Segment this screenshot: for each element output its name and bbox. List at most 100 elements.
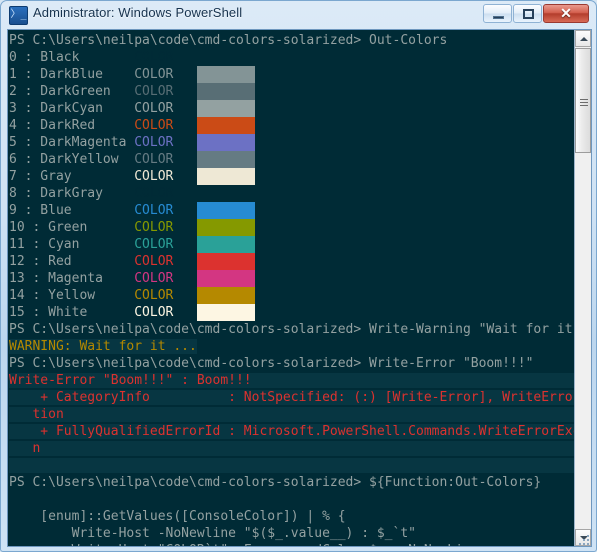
tab-spacer xyxy=(173,305,196,320)
close-icon: ✕ xyxy=(560,5,572,21)
color-name: 12 : Red xyxy=(9,254,135,269)
color-row: 3 : DarkCyan COLOR xyxy=(9,100,574,117)
tab-spacer xyxy=(173,220,196,235)
color-swatch xyxy=(196,304,255,321)
console-output[interactable]: PS C:\Users\neilpa\code\cmd-colors-solar… xyxy=(8,30,574,546)
scroll-up-arrow[interactable] xyxy=(575,30,591,47)
tab-spacer xyxy=(173,203,196,218)
grip-line xyxy=(580,102,588,103)
color-label: COLOR xyxy=(134,305,174,320)
console-line xyxy=(9,457,574,474)
color-name: 8 : DarkGray xyxy=(9,186,135,201)
console-line: WARNING: Wait for it ... xyxy=(9,338,574,355)
color-label: COLOR xyxy=(134,203,174,218)
console-client-area: PS C:\Users\neilpa\code\cmd-colors-solar… xyxy=(7,29,592,547)
script-text: Write-Host "COLOR`t" -ForegroundColor $_… xyxy=(9,543,479,546)
maximize-button[interactable] xyxy=(513,4,542,23)
tab-spacer xyxy=(173,271,196,286)
tab-spacer xyxy=(173,254,196,269)
error-text: n xyxy=(9,441,574,456)
color-row: 7 : Gray COLOR xyxy=(9,168,574,185)
color-row: 6 : DarkYellow COLOR xyxy=(9,151,574,168)
console-line: PS C:\Users\neilpa\code\cmd-colors-solar… xyxy=(9,321,574,338)
console-line: Write-Host "COLOR`t" -ForegroundColor $_… xyxy=(9,542,574,546)
powershell-window: 〉_ Administrator: Windows PowerShell ✕ P… xyxy=(0,0,597,552)
powershell-icon: 〉_ xyxy=(9,6,28,25)
tab-spacer xyxy=(173,50,196,65)
color-swatch xyxy=(196,151,255,168)
color-name: 0 : Black xyxy=(9,50,135,65)
color-swatch xyxy=(196,66,255,83)
prompt-command: Write-Error "Boom!!!" xyxy=(361,356,534,371)
tab-spacer xyxy=(173,84,196,99)
color-swatch xyxy=(196,202,255,219)
tab-spacer xyxy=(173,67,196,82)
console-line: PS C:\Users\neilpa\code\cmd-colors-solar… xyxy=(9,32,574,49)
warning-text: WARNING: Wait for it ... xyxy=(9,339,197,354)
color-row: 2 : DarkGreen COLOR xyxy=(9,83,574,100)
color-swatch xyxy=(196,236,255,253)
color-row: 15 : White COLOR xyxy=(9,304,574,321)
color-label: COLOR xyxy=(134,254,174,269)
script-text: [enum]::GetValues([ConsoleColor]) | % { xyxy=(9,509,346,524)
color-row: 9 : Blue COLOR xyxy=(9,202,574,219)
console-line: [enum]::GetValues([ConsoleColor]) | % { xyxy=(9,508,574,525)
color-row: 13 : Magenta COLOR xyxy=(9,270,574,287)
console-text-layer: PS C:\Users\neilpa\code\cmd-colors-solar… xyxy=(9,32,574,546)
tab-spacer xyxy=(173,288,196,303)
color-swatch xyxy=(196,287,255,304)
color-name: 2 : DarkGreen xyxy=(9,84,135,99)
color-name: 1 : DarkBlue xyxy=(9,67,135,82)
color-name: 3 : DarkCyan xyxy=(9,101,135,116)
error-text: + FullyQualifiedErrorId : Microsoft.Powe… xyxy=(9,424,574,439)
tab-spacer xyxy=(173,237,196,252)
prompt-prefix: PS C:\Users\neilpa\code\cmd-colors-solar… xyxy=(9,322,362,337)
scroll-thumb[interactable] xyxy=(575,48,591,153)
color-name: 9 : Blue xyxy=(9,203,135,218)
prompt-prefix: PS C:\Users\neilpa\code\cmd-colors-solar… xyxy=(9,475,362,490)
prompt-prefix: PS C:\Users\neilpa\code\cmd-colors-solar… xyxy=(9,33,362,48)
color-name: 10 : Green xyxy=(9,220,135,235)
console-line: + FullyQualifiedErrorId : Microsoft.Powe… xyxy=(9,423,574,440)
error-text: tion xyxy=(9,407,574,422)
color-label: COLOR xyxy=(134,84,174,99)
color-row: 14 : Yellow COLOR xyxy=(9,287,574,304)
console-line: PS C:\Users\neilpa\code\cmd-colors-solar… xyxy=(9,355,574,372)
tab-spacer xyxy=(173,169,196,184)
color-label: COLOR xyxy=(134,220,174,235)
minimize-button[interactable] xyxy=(483,4,512,23)
color-row: 12 : Red COLOR xyxy=(9,253,574,270)
console-line: tion xyxy=(9,406,574,423)
tab-spacer xyxy=(173,135,196,150)
color-label: COLOR xyxy=(134,186,174,201)
color-row: 5 : DarkMagenta COLOR xyxy=(9,134,574,151)
tab-spacer xyxy=(173,186,196,201)
error-block-filler xyxy=(9,458,574,473)
color-swatch xyxy=(196,134,255,151)
color-label: COLOR xyxy=(134,237,174,252)
console-line: Write-Host -NoNewline "$($_.value__) : $… xyxy=(9,525,574,542)
minimize-icon xyxy=(493,16,504,19)
color-row: 8 : DarkGray COLOR xyxy=(9,185,574,202)
prompt-command: Write-Warning "Wait for it ..." xyxy=(369,322,573,337)
resize-grip[interactable] xyxy=(577,533,589,545)
color-name: 14 : Yellow xyxy=(9,288,135,303)
script-text: Write-Host -NoNewline "$($_.value__) : $… xyxy=(9,526,416,541)
color-row: 10 : Green COLOR xyxy=(9,219,574,236)
title-bar[interactable]: 〉_ Administrator: Windows PowerShell ✕ xyxy=(1,1,596,29)
error-text: + CategoryInfo : NotSpecified: (:) [Writ… xyxy=(9,390,574,405)
grip-line xyxy=(580,105,588,106)
color-name: 4 : DarkRed xyxy=(9,118,135,133)
color-name: 13 : Magenta xyxy=(9,271,135,286)
color-label: COLOR xyxy=(134,135,174,150)
console-scrollbar[interactable] xyxy=(574,30,591,546)
color-label: COLOR xyxy=(134,288,174,303)
color-row: 4 : DarkRed COLOR xyxy=(9,117,574,134)
prompt-command: Out-Colors xyxy=(361,33,448,48)
maximize-icon xyxy=(523,9,534,19)
prompt-command: ${Function:Out-Colors} xyxy=(361,475,542,490)
color-name: 15 : White xyxy=(9,305,135,320)
tab-spacer xyxy=(173,118,196,133)
close-button[interactable]: ✕ xyxy=(543,4,589,23)
